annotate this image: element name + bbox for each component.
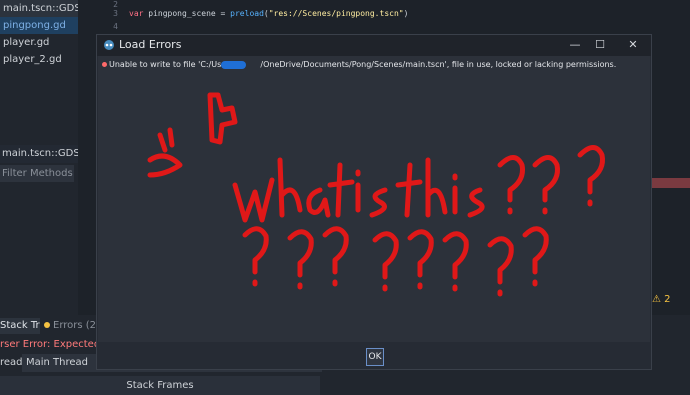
script-item-main[interactable]: main.tscn::GDScript [0,0,78,17]
warning-count-value: 2 [664,294,671,305]
error-line-highlight [652,178,690,188]
dialog-footer: OK [98,342,650,369]
code-identifier: pingpong_scene = [148,9,226,18]
filter-methods-input[interactable]: Filter Methods [0,165,74,182]
line-number: 2 [113,0,118,9]
dialog-titlebar[interactable]: Load Errors — ☐ ✕ [97,35,651,56]
tab-stack-trace[interactable]: Stack Trace [0,318,40,334]
close-button[interactable]: ✕ [622,37,644,53]
line-number: 4 [113,22,118,31]
load-errors-dialog: Load Errors — ☐ ✕ Unable to write to fil… [96,34,652,370]
minimize-button[interactable]: — [564,37,586,53]
code-keyword: var [129,9,144,18]
code-function: preload [230,9,264,18]
line-number: 3 [113,9,118,18]
code-line[interactable]: var pingpong_scene = preload("res://Scen… [129,9,408,18]
methods-panel-title: main.tscn::GDScript [0,145,78,163]
godot-icon [104,40,114,50]
maximize-button[interactable]: ☐ [589,37,611,53]
script-item-player-2[interactable]: player_2.gd [0,51,78,68]
ok-button[interactable]: OK [366,348,384,366]
error-message-prefix: Unable to write to file 'C:/Users/ [109,60,237,69]
script-item-player[interactable]: player.gd [0,34,78,51]
dialog-body: Unable to write to file 'C:/Users/ /OneDr… [98,56,650,342]
tab-errors[interactable]: Errors (2) [44,318,100,334]
error-message: Unable to write to file 'C:/Users/ /OneDr… [102,60,616,69]
error-message-suffix: /OneDrive/Documents/Pong/Scenes/main.tsc… [260,60,617,69]
code-string: "res://Scenes/pingpong.tscn" [268,9,404,18]
script-item-pingpong[interactable]: pingpong.gd [0,17,78,34]
warning-count[interactable]: ⚠ 2 [652,294,671,305]
tab-errors-label: Errors (2) [53,320,100,331]
error-bullet-icon [102,62,107,67]
stack-frames-header: Stack Frames [0,376,320,395]
redaction-scribble [221,61,246,69]
errors-dot-icon [44,322,50,328]
dialog-title: Load Errors [119,38,182,51]
